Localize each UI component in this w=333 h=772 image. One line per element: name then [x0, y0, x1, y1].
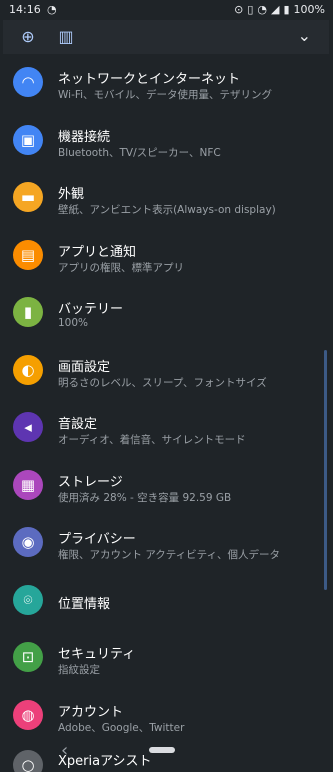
settings-item-subtitle: 使用済み 28% - 空き容量 92.59 GB — [58, 491, 232, 504]
settings-item-subtitle: オーディオ、着信音、サイレントモード — [58, 434, 246, 446]
data-saver-status-icon: ◔ — [47, 3, 57, 16]
settings-item-battery[interactable]: ▮ バッテリー 100% — [3, 284, 329, 342]
settings-item-network[interactable]: ◠ ネットワークとインターネット Wi-Fi、モバイル、データ使用量、テザリング — [3, 54, 329, 112]
wallpaper-icon: ▬ — [13, 182, 43, 212]
settings-screen: 14:16 ◔ ⊙ ▯ ◔ ◢ ▮ 100% ⊕ ▥ ⌄ ◠ ネットワークとイン… — [3, 0, 329, 772]
storage-icon: ▦ — [13, 469, 43, 500]
settings-item-title: 外観 — [58, 187, 85, 202]
apps-icon: ▤ — [13, 239, 43, 270]
vibrate-status-icon: ▯ — [247, 3, 254, 16]
settings-item-location[interactable]: ⌾ 位置情報 — [3, 572, 329, 630]
settings-item-title: ネットワークとインターネット — [58, 72, 241, 87]
account-icon: ◍ — [13, 699, 43, 730]
settings-item-sound[interactable]: ◂ 音設定 オーディオ、着信音、サイレントモード — [3, 399, 329, 457]
settings-item-display-appearance[interactable]: ▬ 外観 壁紙、アンビエント表示(Always-on display) — [3, 169, 329, 227]
settings-item-title: 機器接続 — [58, 129, 111, 145]
data-saver-icon[interactable]: ⊕ — [17, 26, 39, 48]
settings-item-subtitle: 権限、アカウント アクティビティ、個人データ — [58, 549, 281, 561]
settings-item-subtitle: アプリの権限、標準アプリ — [58, 261, 184, 274]
wifi-status-icon: ◔ — [257, 3, 268, 16]
settings-item-title: アプリと通知 — [58, 244, 137, 260]
settings-item-security[interactable]: ⊡ セキュリティ 指紋設定 — [3, 629, 329, 687]
settings-item-apps[interactable]: ▤ アプリと通知 アプリの権限、標準アプリ — [3, 227, 329, 285]
status-right-group: ⊙ ▯ ◔ ◢ ▮ 100% — [234, 3, 325, 16]
battery-status-icon: ▮ — [283, 3, 290, 16]
settings-item-devices[interactable]: ▣ 機器接続 Bluetooth、TV/スピーカー、NFC — [3, 112, 329, 170]
settings-item-title: 位置情報 — [58, 596, 111, 612]
volume-icon: ◂ — [13, 412, 43, 442]
lock-icon: ⊡ — [13, 642, 43, 672]
home-pill[interactable] — [149, 747, 175, 753]
settings-item-title: バッテリー — [58, 302, 124, 317]
wifi-icon: ◠ — [13, 67, 43, 97]
devices-icon: ▣ — [13, 124, 43, 155]
settings-item-subtitle: Bluetooth、TV/スピーカー、NFC — [58, 146, 221, 159]
settings-item-subtitle: 壁紙、アンビエント表示(Always-on display) — [58, 204, 276, 216]
status-time: 14:16 — [9, 3, 41, 16]
signal-icon: ◢ — [271, 3, 280, 16]
back-icon[interactable]: ‹ — [61, 740, 68, 761]
settings-item-subtitle: 明るさのレベル、スリープ、フォントサイズ — [58, 376, 267, 389]
vibrate-icon[interactable]: ▥ — [55, 26, 77, 48]
settings-item-title: 画面設定 — [58, 359, 111, 375]
scrollbar[interactable] — [324, 350, 327, 590]
battery-icon: ▮ — [13, 297, 43, 327]
settings-item-title: プライバシー — [58, 532, 136, 547]
chevron-down-icon[interactable]: ⌄ — [298, 26, 311, 45]
brightness-icon: ◐ — [13, 354, 43, 385]
settings-item-subtitle: 指紋設定 — [58, 664, 100, 676]
battery-percent: 100% — [293, 3, 325, 16]
location-icon: ⌾ — [13, 584, 43, 615]
settings-list: ◠ ネットワークとインターネット Wi-Fi、モバイル、データ使用量、テザリング… — [3, 54, 329, 744]
settings-item-storage[interactable]: ▦ ストレージ 使用済み 28% - 空き容量 92.59 GB — [3, 457, 329, 515]
settings-item-title: セキュリティ — [58, 647, 136, 662]
privacy-icon: ◉ — [13, 527, 43, 557]
status-bar: 14:16 ◔ ⊙ ▯ ◔ ◢ ▮ 100% — [3, 0, 329, 20]
settings-item-title: アカウント — [58, 704, 124, 720]
settings-item-title: ストレージ — [58, 474, 123, 490]
alarm-icon: ⊙ — [234, 3, 244, 16]
settings-item-subtitle: 100% — [58, 317, 89, 329]
settings-item-display[interactable]: ◐ 画面設定 明るさのレベル、スリープ、フォントサイズ — [3, 342, 329, 400]
settings-item-subtitle: Wi-Fi、モバイル、データ使用量、テザリング — [58, 89, 273, 101]
quick-settings-bar[interactable]: ⊕ ▥ ⌄ — [3, 20, 329, 54]
settings-item-privacy[interactable]: ◉ プライバシー 権限、アカウント アクティビティ、個人データ — [3, 514, 329, 572]
nav-bar: ‹ — [3, 740, 329, 772]
settings-item-title: 音設定 — [58, 417, 98, 432]
